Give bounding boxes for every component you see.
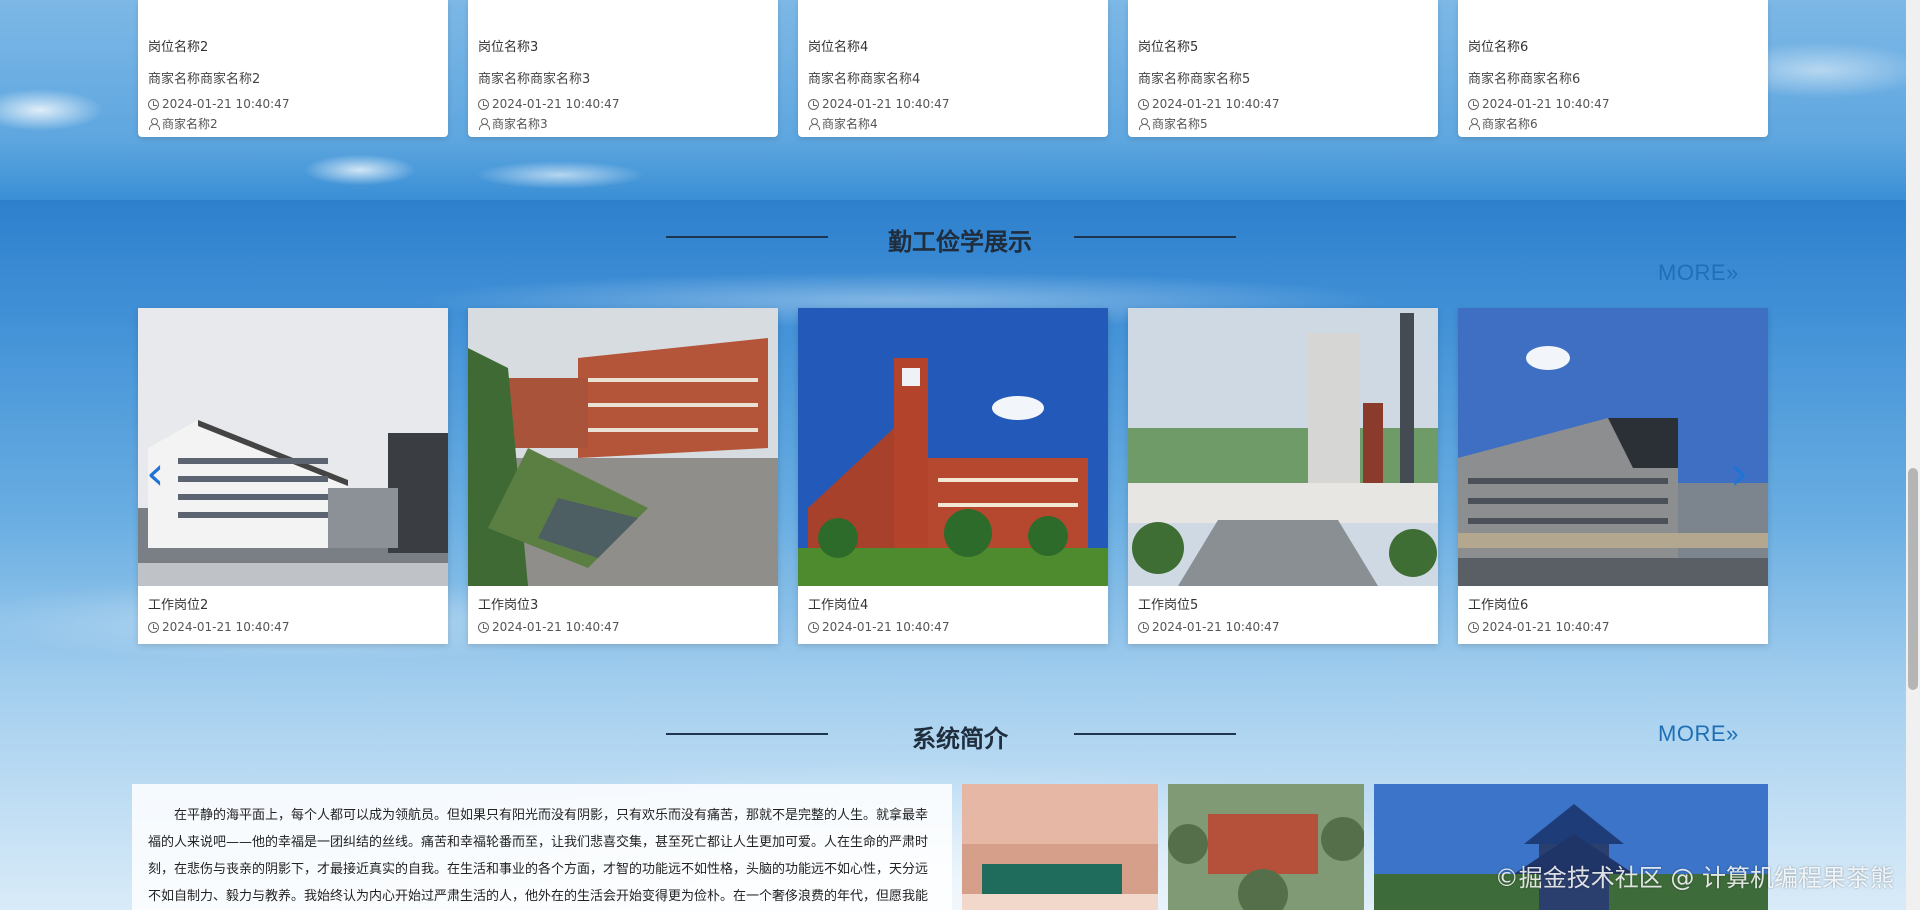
job-seller: 商家名称5: [1138, 115, 1428, 131]
chevron-right-icon[interactable]: ›: [1730, 448, 1760, 498]
user-icon: [1138, 117, 1150, 130]
user-icon: [148, 117, 160, 130]
job-card[interactable]: 岗位名称6 商家名称商家名称6 2024-01-21 10:40:47 商家名称…: [1458, 0, 1768, 137]
business-name: 商家名称商家名称5: [1138, 72, 1251, 87]
job-card[interactable]: 岗位名称3 商家名称商家名称3 2024-01-21 10:40:47 商家名称…: [468, 0, 778, 137]
clock-icon: [478, 98, 489, 110]
building-image: [798, 308, 1108, 586]
user-icon: [1468, 117, 1480, 130]
job-time: 2024-01-21 10:40:47: [148, 96, 438, 112]
watermark: ©掘金技术社区 @ 计算机编程果茶熊: [1494, 864, 1894, 892]
showcase-time: 2024-01-21 10:40:47: [478, 620, 619, 634]
title-line-right: [1074, 733, 1236, 735]
intro-image: [962, 784, 1158, 910]
intro-more-link[interactable]: MORE»: [1658, 721, 1739, 747]
clock-icon: [1468, 98, 1479, 110]
job-name: 岗位名称5: [1138, 40, 1199, 55]
showcase-time: 2024-01-21 10:40:47: [1468, 620, 1609, 634]
showcase-time: 2024-01-21 10:40:47: [1138, 620, 1279, 634]
building-image: [1128, 308, 1438, 586]
section-title-intro: 系统简介: [912, 725, 1008, 753]
showcase-title: 工作岗位2: [148, 598, 209, 613]
showcase-more-link[interactable]: MORE»: [1658, 260, 1739, 286]
showcase-title: 工作岗位4: [808, 598, 869, 613]
scrollbar[interactable]: [1906, 0, 1920, 910]
clock-icon: [808, 98, 819, 110]
scrollbar-thumb[interactable]: [1908, 468, 1918, 690]
job-time: 2024-01-21 10:40:47: [808, 96, 1098, 112]
showcase-title: 工作岗位6: [1468, 598, 1529, 613]
showcase-card[interactable]: 工作岗位2 2024-01-21 10:40:47: [138, 308, 448, 644]
showcase-time: 2024-01-21 10:40:47: [148, 620, 289, 634]
job-card[interactable]: 岗位名称4 商家名称商家名称4 2024-01-21 10:40:47 商家名称…: [798, 0, 1108, 137]
showcase-card[interactable]: 工作岗位4 2024-01-21 10:40:47: [798, 308, 1108, 644]
title-line-right: [1074, 236, 1236, 238]
job-name: 岗位名称2: [148, 40, 209, 55]
clock-icon: [148, 98, 159, 110]
building-image: [468, 308, 778, 586]
showcase-card[interactable]: 工作岗位3 2024-01-21 10:40:47: [468, 308, 778, 644]
job-seller: 商家名称4: [808, 115, 1098, 131]
intro-image: [1168, 784, 1364, 910]
business-name: 商家名称商家名称4: [808, 72, 921, 87]
job-time: 2024-01-21 10:40:47: [478, 96, 768, 112]
business-name: 商家名称商家名称6: [1468, 72, 1581, 87]
showcase-time: 2024-01-21 10:40:47: [808, 620, 949, 634]
business-name: 商家名称商家名称2: [148, 72, 261, 87]
job-time: 2024-01-21 10:40:47: [1468, 96, 1758, 112]
job-seller: 商家名称2: [148, 115, 438, 131]
intro-text: 在平静的海平面上，每个人都可以成为领航员。但如果只有阳光而没有阴影，只有欢乐而没…: [132, 784, 952, 910]
job-name: 岗位名称6: [1468, 40, 1529, 55]
showcase-card[interactable]: 工作岗位6 2024-01-21 10:40:47: [1458, 308, 1768, 644]
user-icon: [808, 117, 820, 130]
section-title-showcase: 勤工俭学展示: [888, 228, 1032, 256]
showcase-title: 工作岗位3: [478, 598, 539, 613]
business-name: 商家名称商家名称3: [478, 72, 591, 87]
clock-icon: [148, 621, 159, 633]
clock-icon: [1138, 98, 1149, 110]
job-seller: 商家名称6: [1468, 115, 1758, 131]
job-name: 岗位名称3: [478, 40, 539, 55]
job-card[interactable]: 岗位名称5 商家名称商家名称5 2024-01-21 10:40:47 商家名称…: [1128, 0, 1438, 137]
showcase-title: 工作岗位5: [1138, 598, 1199, 613]
building-image: [138, 308, 448, 586]
job-seller: 商家名称3: [478, 115, 768, 131]
job-card[interactable]: 岗位名称2 商家名称商家名称2 2024-01-21 10:40:47 商家名称…: [138, 0, 448, 137]
clock-icon: [1468, 621, 1479, 633]
clock-icon: [478, 621, 489, 633]
job-time: 2024-01-21 10:40:47: [1138, 96, 1428, 112]
clock-icon: [1138, 621, 1149, 633]
building-image: [1458, 308, 1768, 586]
chevron-left-icon[interactable]: ‹: [146, 448, 176, 498]
showcase-card[interactable]: 工作岗位5 2024-01-21 10:40:47: [1128, 308, 1438, 644]
clock-icon: [808, 621, 819, 633]
job-name: 岗位名称4: [808, 40, 869, 55]
user-icon: [478, 117, 490, 130]
